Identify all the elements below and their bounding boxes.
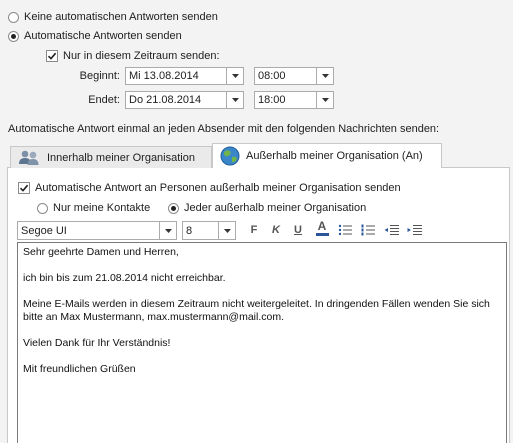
message-line: Sehr geehrte Damen und Herren, xyxy=(23,246,179,258)
tab-inside-organization[interactable]: Innerhalb meiner Organisation xyxy=(10,146,212,168)
font-color-bar xyxy=(315,233,329,236)
radio-contacts-label: Nur meine Kontakte xyxy=(53,202,151,214)
radio-button-off[interactable] xyxy=(8,11,19,23)
check-mark-icon xyxy=(47,52,57,60)
message-editor[interactable]: Sehr geehrte Damen und Herren, ich bin b… xyxy=(17,242,507,443)
tab-outside-organization[interactable]: Außerhalb meiner Organisation (An) xyxy=(212,143,442,168)
message-line: Mit freundlichen Grüßen xyxy=(23,363,136,375)
checkbox-box[interactable] xyxy=(46,50,58,62)
start-time-picker[interactable]: 08:00 xyxy=(254,67,334,85)
time-range-checkbox[interactable]: Nur in diesem Zeitraum senden: xyxy=(46,50,220,62)
radio-everyone-outside[interactable]: Jeder außerhalb meiner Organisation xyxy=(168,202,366,214)
underline-button[interactable]: U xyxy=(289,221,307,239)
bold-button[interactable]: F xyxy=(245,221,263,239)
check-mark-icon xyxy=(19,184,29,192)
font-family-value: Segoe UI xyxy=(21,224,67,237)
numbered-list-icon xyxy=(361,224,375,236)
decrease-indent-icon xyxy=(384,225,399,235)
radio-send-auto-reply[interactable]: Automatische Antworten senden xyxy=(8,30,182,42)
font-color-button[interactable]: A xyxy=(313,219,331,237)
radio-label-off: Keine automatischen Antworten senden xyxy=(24,11,218,23)
instruction-text: Automatische Antwort einmal an jeden Abs… xyxy=(8,123,440,135)
outside-checkbox-label: Automatische Antwort an Personen außerha… xyxy=(35,182,401,194)
chevron-down-icon[interactable] xyxy=(218,222,235,239)
radio-button-everyone[interactable] xyxy=(168,202,179,214)
globe-icon xyxy=(219,145,241,167)
time-range-label: Nur in diesem Zeitraum senden: xyxy=(63,50,220,62)
radio-button-on[interactable] xyxy=(8,30,19,42)
font-family-select[interactable]: Segoe UI xyxy=(17,221,177,240)
outside-auto-reply-checkbox[interactable]: Automatische Antwort an Personen außerha… xyxy=(18,182,401,194)
increase-indent-icon xyxy=(407,225,422,235)
radio-button-contacts[interactable] xyxy=(37,202,48,214)
message-line: Vielen Dank für Ihr Verständnis! xyxy=(23,337,171,349)
chevron-down-icon[interactable] xyxy=(316,92,333,108)
message-line: Meine E-Mails werden in diesem Zeitraum … xyxy=(23,298,493,323)
chevron-down-icon[interactable] xyxy=(226,68,243,84)
radio-only-contacts[interactable]: Nur meine Kontakte xyxy=(37,202,150,214)
radio-everyone-label: Jeder außerhalb meiner Organisation xyxy=(184,202,367,214)
chevron-down-icon[interactable] xyxy=(159,222,176,239)
start-time-value: 08:00 xyxy=(258,70,286,82)
end-time-picker[interactable]: 18:00 xyxy=(254,91,334,109)
checkbox-box[interactable] xyxy=(18,182,30,194)
chevron-down-icon[interactable] xyxy=(316,68,333,84)
tab-outside-label: Außerhalb meiner Organisation (An) xyxy=(246,150,423,162)
chevron-down-icon[interactable] xyxy=(226,92,243,108)
end-label: Endet: xyxy=(88,94,120,106)
start-date-value: Mi 13.08.2014 xyxy=(129,70,199,82)
bullet-list-button[interactable] xyxy=(336,221,354,239)
end-date-value: Do 21.08.2014 xyxy=(129,94,202,106)
decrease-indent-button[interactable] xyxy=(382,221,400,239)
font-size-select[interactable]: 8 xyxy=(182,221,236,240)
end-time-value: 18:00 xyxy=(258,94,286,106)
start-date-picker[interactable]: Mi 13.08.2014 xyxy=(125,67,244,85)
font-size-value: 8 xyxy=(186,224,193,237)
radio-label-on: Automatische Antworten senden xyxy=(24,30,182,42)
people-icon xyxy=(17,149,43,167)
bullet-list-icon xyxy=(338,224,352,236)
start-label: Beginnt: xyxy=(79,70,120,82)
radio-no-auto-reply[interactable]: Keine automatischen Antworten senden xyxy=(8,11,218,23)
numbered-list-button[interactable] xyxy=(359,221,377,239)
end-date-picker[interactable]: Do 21.08.2014 xyxy=(125,91,244,109)
font-color-letter: A xyxy=(317,219,327,233)
increase-indent-button[interactable] xyxy=(405,221,423,239)
message-line: ich bin bis zum 21.08.2014 nicht erreich… xyxy=(23,272,226,284)
italic-button[interactable]: K xyxy=(267,221,285,239)
tab-inside-label: Innerhalb meiner Organisation xyxy=(47,151,195,164)
